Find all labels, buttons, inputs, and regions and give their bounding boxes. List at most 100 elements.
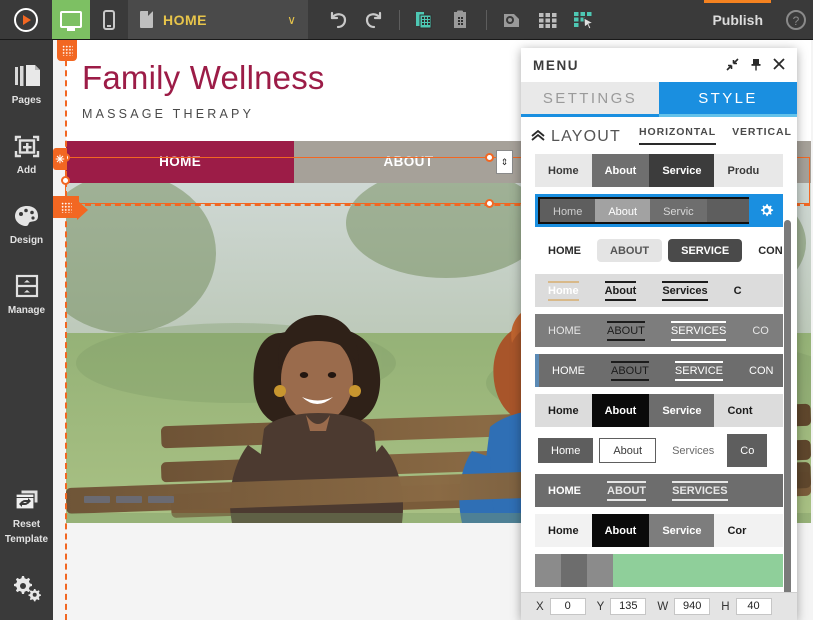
style-preview-label: Home (551, 444, 581, 457)
menu-style-option[interactable]: HOME ABOUT SERVICES (535, 474, 783, 507)
menu-style-option[interactable]: Home About Servic (535, 194, 783, 227)
style-preview-item: Co (727, 434, 768, 467)
panel-scrollbar[interactable] (784, 220, 791, 592)
slider-dot[interactable] (84, 495, 110, 503)
menu-style-option[interactable] (535, 554, 783, 587)
style-preview-label: SERVICES (672, 480, 728, 501)
style-preview-label: Services (672, 444, 715, 457)
menu-style-option[interactable]: Home About Services Co (535, 434, 783, 467)
section-drag-handle-top[interactable] (57, 40, 77, 61)
style-preview-item: Service (649, 394, 715, 427)
orientation-horizontal[interactable]: HORIZONTAL (639, 126, 717, 145)
style-preview-item: Home (535, 514, 592, 547)
slider-indicators[interactable] (84, 495, 174, 503)
style-preview-item (587, 554, 613, 587)
style-preview-item: About (591, 514, 650, 547)
undo-button[interactable] (322, 3, 354, 37)
menu-style-option[interactable]: Home About Service Cont (535, 394, 783, 427)
resize-handle-bottom-right[interactable] (485, 199, 494, 208)
gear-icon[interactable] (749, 194, 783, 227)
section-drag-handle-bottom[interactable] (53, 196, 79, 218)
grip-dots-icon (60, 201, 72, 213)
layout-label: LAYOUT (551, 128, 622, 145)
style-preview-item: Services (649, 274, 721, 307)
phone-icon (103, 9, 115, 30)
geometry-input-h[interactable]: 40 (735, 598, 772, 615)
tab-settings[interactable]: SETTINGS (521, 82, 659, 114)
selection-guide-left (65, 40, 67, 620)
publish-button[interactable]: Publish (696, 0, 779, 39)
style-preview-label: SERVICE (681, 244, 730, 257)
geometry-input-w[interactable]: 940 (674, 598, 711, 615)
copy-button[interactable] (409, 3, 441, 37)
menu-style-option[interactable]: HOME ABOUT SERVICE CON (535, 234, 783, 267)
style-preview-label: Services (662, 280, 708, 301)
style-preview-label: ABOUT (611, 360, 649, 381)
collapse-icon[interactable] (726, 57, 739, 73)
resize-handle-top-right[interactable] (485, 153, 494, 162)
revert-button[interactable] (496, 3, 528, 37)
style-preview-label: ABOUT (610, 244, 650, 257)
menu-style-option[interactable]: Home About Service Produ (535, 154, 783, 187)
panel-tabs: SETTINGS STYLE (521, 82, 797, 114)
tab-style[interactable]: STYLE (659, 82, 797, 114)
menu-style-option[interactable]: HOME ABOUT SERVICE CON (535, 354, 783, 387)
element-settings-badge[interactable]: ✳ (53, 148, 67, 170)
move-vertical-icon: ⇕ (500, 156, 509, 167)
style-preview-item: SERVICE (668, 239, 743, 262)
sidebar-item-manage[interactable]: Manage (0, 264, 53, 322)
chevron-down-icon[interactable]: ∨ (287, 13, 296, 27)
style-list-scroll-area[interactable]: Home About Service Produ Home About Servic HOME… (521, 146, 797, 592)
paste-button[interactable] (445, 3, 477, 37)
panel-titlebar[interactable]: MENU (521, 48, 797, 82)
sidebar-item-reset-template[interactable]: Reset Template (0, 478, 53, 551)
sidebar-item-settings[interactable] (0, 563, 53, 608)
redo-button[interactable] (358, 3, 390, 37)
style-preview-item: SERVICE (661, 354, 736, 387)
help-button[interactable]: ? (779, 0, 813, 39)
menu-style-option[interactable]: Home About Service Cor (535, 514, 783, 547)
style-preview-item: Servic (650, 199, 707, 222)
sidebar-item-add[interactable]: Add (0, 124, 53, 182)
sidebar-label-reset-line2: Template (4, 534, 49, 545)
style-preview-label: Servic (663, 205, 694, 218)
geometry-input-y[interactable]: 135 (610, 598, 647, 615)
site-nav-item[interactable]: HOME (66, 140, 295, 183)
style-preview: HOME ABOUT SERVICES CO (535, 314, 783, 347)
style-preview-label: Cor (727, 524, 747, 537)
chevron-up-icon (531, 129, 545, 145)
close-icon[interactable] (773, 58, 785, 72)
sidebar-item-design[interactable]: Design (0, 194, 53, 252)
app-logo[interactable] (0, 0, 52, 39)
sidebar-item-pages[interactable]: Pages (0, 54, 53, 112)
grip-dots-icon (61, 44, 73, 56)
desktop-view-button[interactable] (52, 0, 90, 39)
menu-style-option[interactable]: Home About Services C (535, 274, 783, 307)
style-preview-item: Home (535, 274, 592, 307)
style-preview: Home About Service Produ (535, 154, 783, 187)
slider-dot[interactable] (116, 495, 142, 503)
apps-grid-button[interactable] (532, 3, 564, 37)
style-preview-item: HOME (535, 234, 594, 267)
mobile-view-button[interactable] (90, 0, 128, 39)
layout-collapse-toggle[interactable]: LAYOUT (531, 128, 621, 146)
select-tool-button[interactable] (568, 3, 600, 37)
style-preview-item (561, 554, 587, 587)
style-preview-label: ABOUT (607, 320, 645, 341)
geometry-input-x[interactable]: 0 (549, 598, 586, 615)
publish-label: Publish (712, 11, 763, 28)
menu-style-option[interactable]: HOME ABOUT SERVICES CO (535, 314, 783, 347)
style-preview-label: Service (662, 404, 702, 417)
page-selector[interactable]: HOME ∨ (128, 0, 308, 39)
move-resize-badge[interactable]: ⇕ (496, 150, 513, 174)
selected-style-inner: Home About Servic (538, 197, 780, 224)
orientation-vertical[interactable]: VERTICAL (732, 126, 792, 145)
site-nav-label: ABOUT (383, 154, 434, 170)
style-preview-label: HOME (552, 364, 585, 377)
resize-handle-mid-left[interactable] (61, 176, 70, 185)
slider-dot[interactable] (148, 495, 174, 503)
pin-icon[interactable] (750, 58, 762, 73)
style-preview-label: CON (749, 364, 774, 377)
toolbar-divider (486, 9, 487, 30)
selected-style-frame: Home About Servic (535, 194, 783, 227)
